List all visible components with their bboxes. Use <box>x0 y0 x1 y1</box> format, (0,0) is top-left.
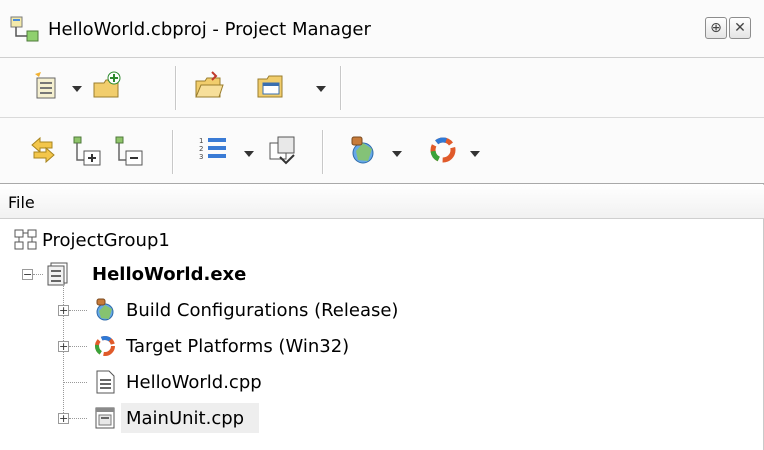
project-manager-icon <box>10 16 39 42</box>
platform-dropdown-arrow[interactable] <box>470 151 480 157</box>
tree-connector <box>69 418 87 419</box>
toolbar-tree: 1 2 3 <box>0 118 764 184</box>
expand-icon[interactable] <box>70 133 104 167</box>
close-icon: ✕ <box>734 20 746 36</box>
build-config-icon <box>96 298 114 321</box>
cpp-file-icon <box>96 370 115 394</box>
toolbar-separator <box>340 66 342 110</box>
project-expander-minus[interactable]: − <box>22 269 33 280</box>
toolbar-separator <box>175 66 177 110</box>
platform-icon[interactable] <box>426 133 460 167</box>
tree-node-project-group[interactable]: ProjectGroup1 <box>0 223 300 257</box>
helloworld-cpp-label: HelloWorld.cpp <box>126 372 262 393</box>
add-new-project-icon[interactable] <box>90 69 124 103</box>
project-label: HelloWorld.exe <box>92 264 247 285</box>
tree-node-project[interactable]: − HelloWorld.exe <box>0 257 320 291</box>
toolbar-separator <box>172 130 174 174</box>
executable-project-icon <box>47 262 68 286</box>
pin-icon: ⊕ <box>710 20 722 36</box>
column-header-file: File <box>8 193 35 212</box>
collapse-icon[interactable] <box>112 133 146 167</box>
toolbar-project <box>0 58 764 118</box>
tree-connector <box>63 382 87 383</box>
target-platform-icon <box>95 336 115 356</box>
activate-project-icon[interactable] <box>30 69 64 103</box>
tree-node-mainunit-cpp[interactable]: + MainUnit.cpp <box>0 401 300 435</box>
build-config-expander-plus[interactable]: + <box>58 305 69 316</box>
title-bar: HelloWorld.cbproj - Project Manager ⊕ ✕ <box>0 0 764 58</box>
project-manager-panel: HelloWorld.cbproj - Project Manager ⊕ ✕ <box>0 0 764 450</box>
tree-node-helloworld-cpp[interactable]: HelloWorld.cpp <box>0 365 300 399</box>
build-configurations-label: Build Configurations (Release) <box>126 300 399 321</box>
svg-text:2: 2 <box>199 145 203 153</box>
open-project-icon[interactable] <box>192 69 226 103</box>
form-unit-icon <box>95 407 115 429</box>
build-order-dropdown-arrow[interactable] <box>244 151 254 157</box>
tree-node-target-platforms[interactable]: + Target Platforms (Win32) <box>0 329 440 363</box>
close-button[interactable]: ✕ <box>729 17 751 39</box>
toolbar-separator <box>322 130 324 174</box>
mainunit-expander-plus[interactable]: + <box>58 413 69 424</box>
target-platforms-label: Target Platforms (Win32) <box>126 336 350 357</box>
build-order-icon[interactable]: 1 2 3 <box>196 133 230 167</box>
sync-icon[interactable] <box>26 133 60 167</box>
project-tree: ProjectGroup1 − HelloWorld.exe + Build C… <box>0 219 764 450</box>
build-config-dropdown-arrow[interactable] <box>392 151 402 157</box>
svg-text:3: 3 <box>199 153 203 161</box>
column-header[interactable]: File <box>0 185 764 219</box>
svg-text:1: 1 <box>199 137 203 145</box>
make-icon[interactable] <box>266 133 300 167</box>
project-group-label: ProjectGroup1 <box>42 230 170 251</box>
window-title: HelloWorld.cbproj - Project Manager <box>48 19 371 40</box>
build-config-icon[interactable] <box>346 133 380 167</box>
pin-button[interactable]: ⊕ <box>705 17 727 39</box>
tree-node-build-configurations[interactable]: + Build Configurations (Release) <box>0 293 440 327</box>
target-platforms-expander-plus[interactable]: + <box>58 341 69 352</box>
tree-connector <box>69 310 87 311</box>
project-group-icon <box>14 229 37 250</box>
tree-connector <box>33 274 43 275</box>
view-icon[interactable] <box>254 69 288 103</box>
activate-dropdown-arrow[interactable] <box>72 86 82 92</box>
mainunit-cpp-label: MainUnit.cpp <box>126 408 245 429</box>
tree-connector <box>69 346 87 347</box>
view-dropdown-arrow[interactable] <box>316 86 326 92</box>
